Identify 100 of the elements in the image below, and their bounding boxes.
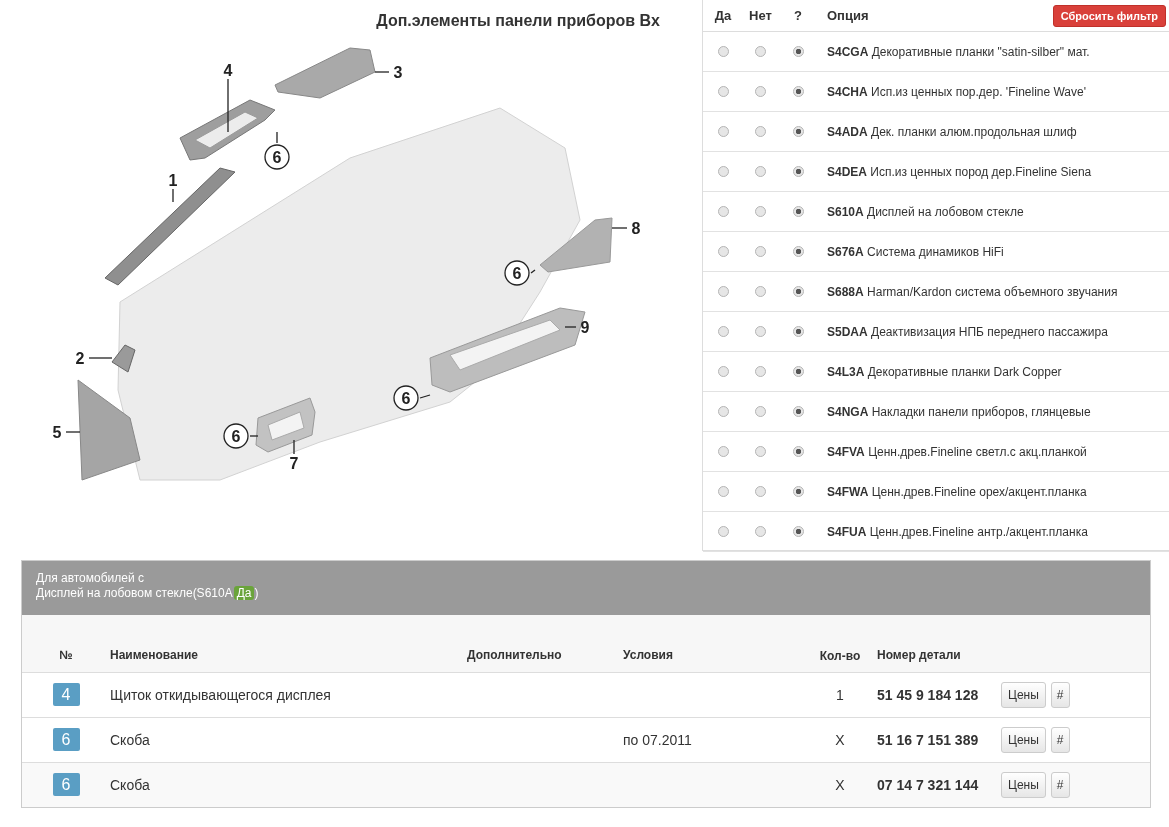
- leader-line: [65, 431, 81, 433]
- radio-button[interactable]: [717, 526, 729, 537]
- leader-line: [611, 227, 628, 229]
- radio-button[interactable]: [717, 46, 729, 57]
- option-label: S4FWA Ценн.древ.Fineline орех/акцент.планка: [826, 484, 1087, 499]
- column-header: Кол-во: [813, 615, 867, 672]
- radio-button[interactable]: [792, 126, 804, 137]
- radio-button[interactable]: [717, 86, 729, 97]
- radio-button[interactable]: [755, 526, 766, 537]
- radio-button[interactable]: [792, 166, 804, 177]
- table-cell: 07 14 7 321 144: [867, 762, 1001, 807]
- radio-button[interactable]: [792, 526, 804, 537]
- radio-button[interactable]: [717, 486, 729, 497]
- radio-button[interactable]: [792, 326, 804, 337]
- callout-number: 6: [504, 260, 530, 286]
- yes-badge: Да: [233, 586, 255, 600]
- radio-button[interactable]: [755, 206, 766, 217]
- radio-button[interactable]: [755, 166, 766, 177]
- column-header: Опция: [826, 8, 869, 23]
- table-cell: по 07.2011: [623, 717, 813, 762]
- radio-button[interactable]: [717, 126, 729, 137]
- leader-line: [530, 269, 536, 274]
- radio-button[interactable]: [755, 46, 766, 57]
- radio-button[interactable]: [792, 46, 804, 57]
- callout-number: 8: [631, 220, 641, 237]
- callout-number: 6: [223, 423, 249, 449]
- radio-button[interactable]: [755, 286, 766, 297]
- radio-button[interactable]: [755, 366, 766, 377]
- table-cell: 51 45 9 184 128: [867, 672, 1001, 717]
- hash-button[interactable]: #: [1050, 681, 1070, 708]
- radio-button[interactable]: [755, 246, 766, 257]
- option-label: S5DAA Деактивизация НПБ переднего пассажира: [826, 324, 1108, 339]
- filter-caption: Для автомобилей с: [36, 571, 145, 585]
- callout-number: 2: [75, 350, 85, 367]
- callout-number: 1: [168, 172, 178, 189]
- radio-button[interactable]: [717, 446, 729, 457]
- leader-line: [564, 326, 577, 328]
- radio-button[interactable]: [792, 246, 804, 257]
- vent-drawing: [111, 344, 136, 373]
- radio-button[interactable]: [792, 446, 804, 457]
- callout-number: 4: [223, 62, 233, 79]
- callout-number: 7: [289, 455, 299, 472]
- column-header: Да: [713, 8, 733, 23]
- prices-button[interactable]: Цены: [1001, 681, 1046, 708]
- radio-button[interactable]: [717, 246, 729, 257]
- radio-button[interactable]: [755, 126, 766, 137]
- callout-number: 9: [580, 319, 590, 336]
- diagram-title: Доп.элементы панели приборов Bx: [375, 11, 661, 31]
- table-cell: Скоба: [110, 762, 467, 807]
- reset-filter-button[interactable]: Сбросить фильтр: [1052, 4, 1166, 27]
- table-cell: Скоба: [110, 717, 467, 762]
- radio-button[interactable]: [717, 406, 729, 417]
- radio-button[interactable]: [792, 486, 804, 497]
- table-cell: Щиток откидывающегося дисплея: [110, 672, 467, 717]
- filter-option-text: Дисплей на лобовом стекле(S610A: [36, 586, 233, 600]
- option-label: S4L3A Декоративные планки Dark Copper: [826, 364, 1062, 379]
- radio-button[interactable]: [792, 366, 804, 377]
- radio-button[interactable]: [717, 206, 729, 217]
- column-header: Нет: [748, 8, 773, 23]
- radio-button[interactable]: [755, 446, 766, 457]
- radio-button[interactable]: [755, 406, 766, 417]
- radio-button[interactable]: [717, 326, 729, 337]
- option-label: S688A Harman/Kardon система объемного звучания: [826, 284, 1118, 299]
- radio-button[interactable]: [717, 166, 729, 177]
- radio-button[interactable]: [717, 366, 729, 377]
- hash-button[interactable]: #: [1050, 726, 1070, 753]
- option-label: S4DEA Исп.из ценных пород дер.Fineline Siena: [826, 164, 1092, 179]
- option-label: S610A Дисплей на лобовом стекле: [826, 204, 1024, 219]
- trim-strip-drawing: [255, 397, 316, 453]
- radio-button[interactable]: [755, 486, 766, 497]
- leader-line: [227, 78, 229, 133]
- column-header: Наименование: [110, 615, 467, 672]
- table-cell: X: [813, 762, 867, 807]
- leader-line: [374, 71, 390, 73]
- leader-line: [276, 131, 278, 144]
- option-label: S676A Система динамиков HiFi: [826, 244, 1004, 259]
- table-cell: 1: [813, 672, 867, 717]
- callout-number: 6: [264, 144, 290, 170]
- option-label: S4NGA Накладки панели приборов, глянцевые: [826, 404, 1091, 419]
- hash-button[interactable]: #: [1050, 771, 1070, 798]
- option-label: S4FVA Ценн.древ.Fineline светл.с акц.планкой: [826, 444, 1087, 459]
- radio-button[interactable]: [717, 286, 729, 297]
- option-label: S4CGA Декоративные планки "satin-silber" мат.: [826, 44, 1090, 59]
- radio-button[interactable]: [792, 206, 804, 217]
- option-label: S4ADA Дек. планки алюм.продольная шлиф: [826, 124, 1077, 139]
- prices-button[interactable]: Цены: [1001, 771, 1046, 798]
- leader-line: [293, 439, 295, 455]
- table-cell: X: [813, 717, 867, 762]
- leader-line: [249, 435, 259, 437]
- radio-button[interactable]: [755, 326, 766, 337]
- radio-button[interactable]: [792, 406, 804, 417]
- radio-button[interactable]: [792, 86, 804, 97]
- radio-button[interactable]: [755, 86, 766, 97]
- closing-paren: ): [254, 586, 259, 600]
- radio-button[interactable]: [792, 286, 804, 297]
- table-cell: 51 16 7 151 389: [867, 717, 1001, 762]
- prices-button[interactable]: Цены: [1001, 726, 1046, 753]
- callout-number: 5: [52, 424, 62, 441]
- option-label: S4FUA Ценн.древ.Fineline антр./акцент.планка: [826, 524, 1088, 539]
- column-header: №: [22, 615, 110, 672]
